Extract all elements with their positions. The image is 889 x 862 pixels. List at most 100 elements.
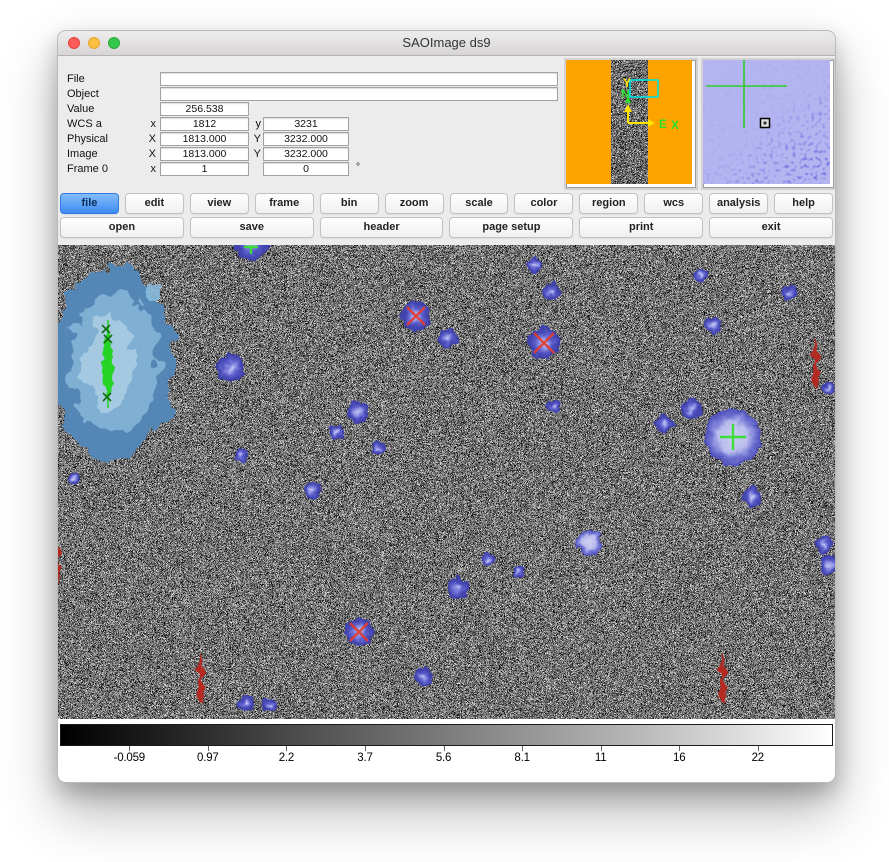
colorbar-tick — [169, 746, 248, 751]
menu-frame[interactable]: frame — [255, 193, 314, 214]
star-blob — [447, 577, 469, 599]
star-blob — [234, 448, 248, 462]
star-blob — [263, 698, 277, 712]
info-row-physical: PhysicalXY1813.0003232.000 — [58, 132, 558, 147]
info-row-file: File — [58, 72, 558, 87]
axis-label-1: X — [142, 133, 156, 145]
star-blob — [482, 553, 496, 567]
info-label-image: Image — [67, 148, 98, 160]
star-blob — [414, 668, 432, 686]
colorbar-tick-label: 22 — [719, 752, 798, 768]
menu-analysis[interactable]: analysis — [709, 193, 768, 214]
menu-file[interactable]: file — [60, 193, 119, 214]
menu-bin[interactable]: bin — [320, 193, 379, 214]
physical-value-field-2[interactable]: 3232.000 — [263, 132, 349, 146]
frame-0-value-field-1[interactable]: 1 — [160, 162, 249, 176]
menu-edit[interactable]: edit — [125, 193, 184, 214]
colorbar-tick — [404, 746, 483, 751]
desktop: SAOImage ds9 FileObjectValue256.538WCS a… — [0, 0, 889, 862]
star-blob — [347, 401, 369, 423]
star-blob — [371, 441, 385, 455]
object-value-field-1[interactable] — [160, 87, 558, 101]
info-label-value: Value — [67, 103, 94, 115]
star-blob — [547, 399, 561, 413]
colorbar-tick-label: -0.059 — [90, 752, 169, 768]
star-blob — [438, 328, 458, 348]
colorbar-tick-label: 2.2 — [247, 752, 326, 768]
star-blob — [576, 529, 602, 555]
menu-region[interactable]: region — [579, 193, 638, 214]
star-blob — [694, 268, 708, 282]
colorbar-tick — [483, 746, 562, 751]
image-noise — [58, 245, 835, 719]
colorbar-gradient[interactable] — [60, 724, 833, 746]
action-exit[interactable]: exit — [709, 217, 833, 238]
action-save[interactable]: save — [190, 217, 314, 238]
info-label-object: Object — [67, 88, 99, 100]
axis-label-2: Y — [250, 133, 261, 145]
info-row-frame-0: Frame 0 x10 ° — [58, 162, 558, 177]
menu-scale[interactable]: scale — [450, 193, 509, 214]
action-print[interactable]: print — [579, 217, 703, 238]
titlebar[interactable]: SAOImage ds9 — [58, 31, 835, 56]
colorbar-tickmarks — [60, 746, 833, 751]
star-blob — [781, 285, 797, 301]
colorbar-tick-label: 5.6 — [404, 752, 483, 768]
info-row-image: Image X Y1813.000 3232.000 — [58, 147, 558, 162]
info-row-object: Object — [58, 87, 558, 102]
info-label-file: File — [67, 73, 85, 85]
image-canvas[interactable] — [58, 245, 835, 719]
file-action-bar: open save headerpage setup print exit — [60, 217, 833, 238]
menu-bar: file edit view frame binzoom scalecolor region… — [60, 193, 833, 214]
image-value-field-1[interactable]: 1813.000 — [160, 147, 249, 161]
colorbar-tick — [561, 746, 640, 751]
image-value-field-2[interactable]: 3232.000 — [263, 147, 349, 161]
axis-label-2: Y — [250, 148, 261, 160]
colorbar[interactable]: -0.0590.972.23.75.68.1111622 — [58, 719, 835, 782]
menu-help[interactable]: help — [774, 193, 833, 214]
star-blob — [544, 284, 560, 300]
axis-label-2: y — [250, 118, 261, 130]
wcs-a-value-field-1[interactable]: 1812 — [160, 117, 249, 131]
axis-label-1: x — [142, 118, 156, 130]
wcs-a-value-field-2[interactable]: 3231 — [263, 117, 349, 131]
colorbar-tick-label: 3.7 — [326, 752, 405, 768]
window-title: SAOImage ds9 — [58, 31, 835, 55]
panner[interactable]: Y N E X — [564, 58, 698, 190]
frame-0-value-field-2[interactable]: 0 — [263, 162, 349, 176]
ds9-window: SAOImage ds9 FileObjectValue256.538WCS a… — [57, 30, 836, 783]
menu-view[interactable]: view — [190, 193, 249, 214]
colorbar-tick — [90, 746, 169, 751]
axis-label-1: x — [142, 163, 156, 175]
magnifier[interactable] — [701, 58, 836, 190]
action-open[interactable]: open — [60, 217, 184, 238]
panner-label-x: X — [671, 118, 679, 132]
action-page-setup[interactable]: page setup — [449, 217, 573, 238]
action-header[interactable]: header — [320, 217, 444, 238]
star-blob — [303, 481, 321, 499]
colorbar-tick-label: 11 — [561, 752, 640, 768]
info-row-wcs-a: WCS a x y1812 3231 — [58, 117, 558, 132]
value-value-field-1[interactable]: 256.538 — [160, 102, 249, 116]
colorbar-tick — [719, 746, 798, 751]
panner-label-e: E — [659, 117, 667, 131]
menu-zoom[interactable]: zoom — [385, 193, 444, 214]
menu-wcs[interactable]: wcs — [644, 193, 703, 214]
colorbar-tick-labels: -0.0590.972.23.75.68.1111622 — [60, 752, 833, 768]
colorbar-tick-label: 16 — [640, 752, 719, 768]
file-value-field-1[interactable] — [160, 72, 558, 86]
info-label-frame-0: Frame 0 — [67, 163, 108, 175]
star-blob — [823, 382, 835, 394]
star-blob — [512, 566, 524, 578]
star-blob — [704, 316, 722, 334]
colorbar-tick-label: 8.1 — [483, 752, 562, 768]
physical-value-field-1[interactable]: 1813.000 — [160, 132, 249, 146]
menu-color[interactable]: color — [514, 193, 573, 214]
axis-label-1: X — [142, 148, 156, 160]
degrees-suffix: ° — [356, 162, 360, 173]
magnifier-cursor-dot — [764, 122, 767, 125]
star-blob — [815, 536, 833, 554]
info-label-wcs-a: WCS a — [67, 118, 102, 130]
main-image[interactable] — [58, 245, 835, 719]
star-blob — [681, 399, 701, 419]
